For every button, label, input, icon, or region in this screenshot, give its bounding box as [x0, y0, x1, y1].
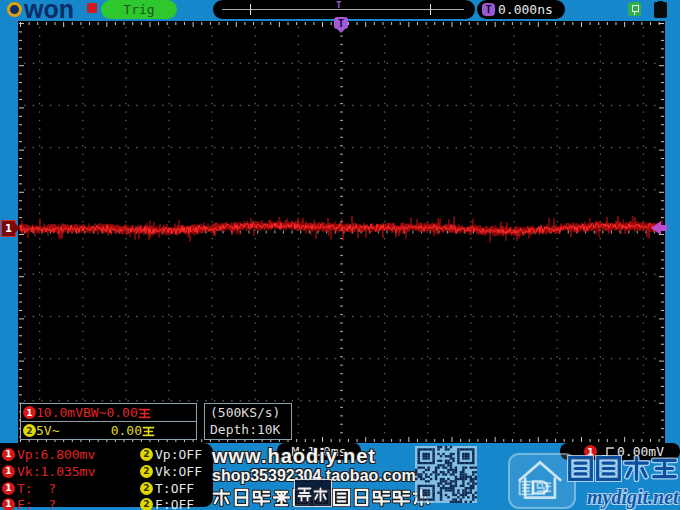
owon-logo-o-icon: [7, 2, 22, 17]
watermark-mydigit-cjk: [567, 455, 679, 482]
meas-ch2-f: F:OFF: [155, 497, 194, 510]
meas-ch1-vp: Vp:6.800mv: [17, 447, 138, 462]
graticule-and-trace: [18, 21, 665, 443]
window-right-tick: [430, 4, 431, 15]
watermark-stamp: [294, 479, 332, 507]
oscilloscope-screenshot: { "brand": {"logo_text": "won"}, "top_ba…: [0, 0, 680, 510]
trigger-time-readout: T 0.000ns: [477, 0, 565, 19]
trigger-level-arrow-icon: [651, 221, 667, 235]
meas-ch1-badge: 1: [2, 448, 15, 461]
trig-status-pill: Trig: [101, 0, 177, 19]
trigger-t-icon: T: [482, 3, 495, 16]
record-length-line: [222, 9, 464, 10]
channel1-level-marker: 1: [1, 220, 16, 237]
sample-rate: (500KS/s): [210, 404, 291, 421]
channel1-scale-box: 1 10.0mVBW~0.00: [20, 403, 197, 422]
channel2-badge: 2: [23, 424, 36, 437]
qr-code: [415, 446, 477, 503]
measurement-panel: 1 Vp:6.800mv 2 Vp:OFF 1 Vk:1.035mv 2 Vk:…: [0, 443, 213, 507]
meas-ch1-f: F: ?: [17, 497, 138, 510]
channel1-badge: 1: [23, 406, 36, 419]
channel2-scale: 5V~: [36, 423, 59, 438]
owon-logo: won: [7, 2, 74, 17]
meas-ch1-t: T: ?: [17, 481, 138, 496]
acquisition-info-box: (500KS/s) Depth:10K: [204, 403, 292, 440]
window-left-tick: [250, 4, 251, 15]
watermark-mydigit-site: mydigit.net: [587, 486, 679, 509]
meas-ch2-vp: Vp:OFF: [155, 447, 202, 462]
watermark-save-text: [518, 477, 554, 496]
watermark-haodiy: www.haodiy.net: [212, 445, 376, 468]
channel2-scale-box: 2 5V~ 0.00: [20, 421, 197, 440]
meas-ch1-vk: Vk:1.035mv: [17, 464, 138, 479]
record-depth: Depth:10K: [210, 421, 291, 438]
scope-display: [18, 21, 665, 443]
trigger-position-marker: T: [334, 17, 348, 29]
trigger-position-mini-marker: T: [336, 0, 341, 10]
channel1-offset-unit: [138, 405, 152, 420]
usb-icon: [628, 2, 641, 16]
battery-icon: [654, 2, 667, 18]
meas-ch2-vk: Vk:OFF: [155, 464, 202, 479]
channel1-scale-offset: 10.0mVBW~0.00: [36, 405, 138, 420]
meas-ch2-t: T:OFF: [155, 481, 194, 496]
channel2-offset-unit: [142, 423, 156, 438]
record-icon: [87, 3, 97, 13]
channel2-offset: 0.00: [111, 423, 142, 438]
meas-ch2-badge: 2: [140, 448, 153, 461]
watermark-stamp-text: [297, 484, 329, 503]
